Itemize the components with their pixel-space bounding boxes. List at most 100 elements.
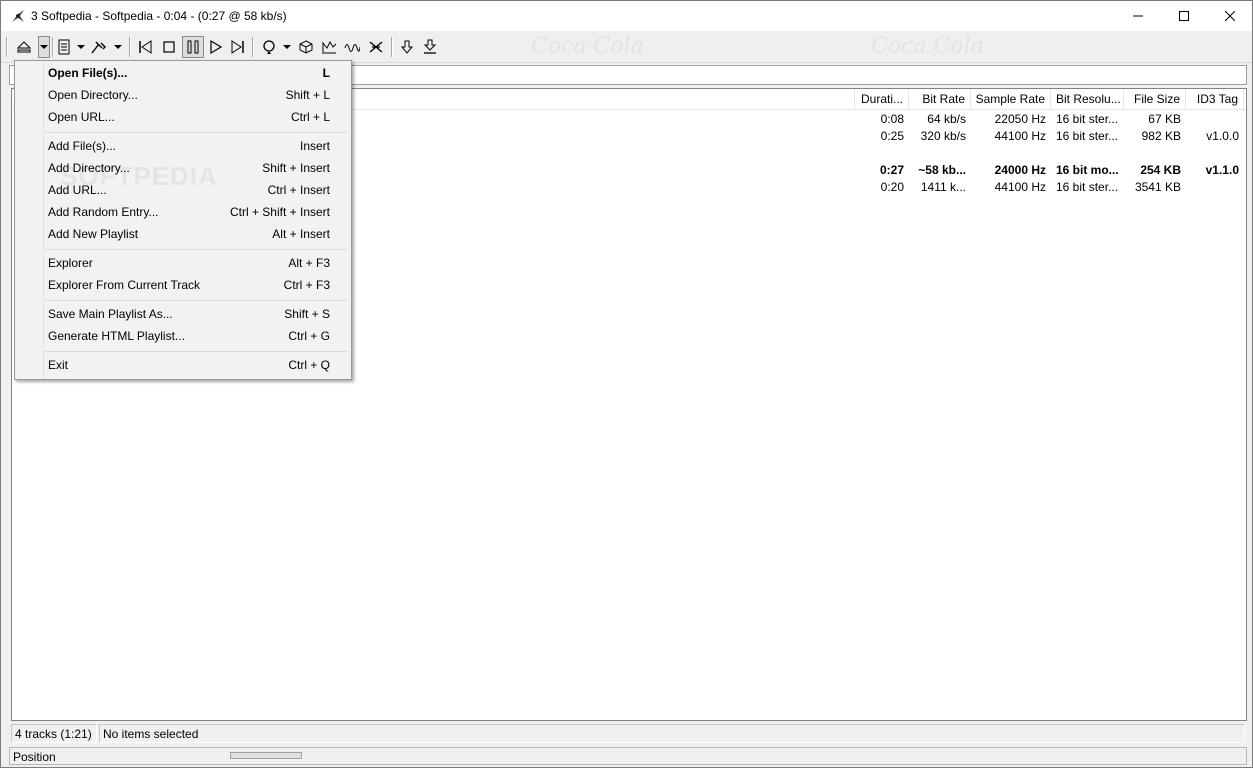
menu-separator bbox=[45, 249, 347, 250]
cell-sample-rate: 24000 Hz bbox=[994, 163, 1046, 177]
tools-icon bbox=[91, 41, 106, 54]
menu-item-label: Open File(s)... bbox=[48, 66, 128, 80]
chevron-down-icon bbox=[114, 45, 122, 49]
playlist-button[interactable] bbox=[55, 38, 73, 56]
cell-duration: 0:08 bbox=[880, 112, 904, 126]
cell-bitrate: 1411 k... bbox=[920, 180, 966, 194]
close-icon bbox=[1225, 11, 1235, 21]
column-header-bit-resolution[interactable]: Bit Resolu... bbox=[1051, 89, 1124, 109]
cell-id3-tag: v1.0.0 bbox=[1206, 129, 1239, 143]
playlist-dropdown-button[interactable] bbox=[77, 38, 85, 56]
menu-item-open-directory[interactable]: Open Directory... Shift + L bbox=[15, 84, 351, 106]
cell-id3-tag bbox=[1186, 111, 1244, 128]
column-header-id3-tag[interactable]: ID3 Tag bbox=[1186, 89, 1244, 109]
graph-button[interactable] bbox=[320, 38, 338, 56]
maximize-button[interactable] bbox=[1161, 1, 1207, 31]
title-bar: 3 Softpedia - Softpedia - 0:04 - (0:27 @… bbox=[1, 1, 1252, 31]
cell-duration: 0:20 bbox=[880, 180, 904, 194]
cell-sample-rate: 22050 Hz bbox=[994, 112, 1046, 126]
menu-item-label: Explorer From Current Track bbox=[48, 278, 201, 292]
menu-item-save-main-playlist-as[interactable]: Save Main Playlist As... Shift + S bbox=[15, 303, 351, 325]
menu-item-add-url[interactable]: Add URL... Ctrl + Insert bbox=[15, 179, 351, 201]
menu-item-add-new-playlist[interactable]: Add New Playlist Alt + Insert bbox=[15, 223, 351, 245]
cell-sample-rate: 44100 Hz bbox=[994, 129, 1046, 143]
menu-item-label: Save Main Playlist As... bbox=[48, 307, 173, 321]
next-track-icon bbox=[231, 40, 244, 54]
cube-button[interactable] bbox=[297, 38, 315, 56]
menu-item-shortcut: Ctrl + Shift + Insert bbox=[229, 205, 330, 219]
cell-bitrate: 320 kb/s bbox=[920, 129, 966, 143]
menu-item-open-files[interactable]: Open File(s)... L bbox=[15, 62, 351, 84]
track-count-status: 4 tracks (1:21) bbox=[11, 724, 97, 743]
column-header-duration[interactable]: Durati... bbox=[855, 89, 909, 109]
play-button[interactable] bbox=[207, 38, 225, 56]
app-window: 3 Softpedia - Softpedia - 0:04 - (0:27 @… bbox=[0, 0, 1253, 768]
cell-file-size: 982 KB bbox=[1141, 129, 1181, 143]
app-logo-icon bbox=[12, 10, 24, 22]
eject-icon bbox=[16, 41, 32, 53]
column-header-file-size[interactable]: File Size bbox=[1124, 89, 1186, 109]
toolbar-watermark: Coca Cola bbox=[531, 34, 644, 59]
menu-item-add-files[interactable]: Add File(s)... Insert bbox=[15, 135, 351, 157]
menu-item-label: Add File(s)... bbox=[48, 139, 117, 153]
cell-bit-resolution: 16 bit ster... bbox=[1056, 129, 1119, 143]
menu-item-label: Add New Playlist bbox=[48, 227, 139, 241]
menu-item-shortcut: Ctrl + F3 bbox=[283, 278, 330, 292]
equalizer-icon bbox=[369, 41, 383, 53]
repeat-dropdown-button[interactable] bbox=[283, 38, 291, 56]
column-header-sample-rate[interactable]: Sample Rate bbox=[971, 89, 1051, 109]
wave-button[interactable] bbox=[343, 38, 361, 56]
down-arrow-icon bbox=[400, 40, 414, 54]
status-bar: 4 tracks (1:21) No items selected bbox=[1, 722, 1252, 744]
menu-item-generate-html-playlist[interactable]: Generate HTML Playlist... Ctrl + G bbox=[15, 325, 351, 347]
menu-item-shortcut: L bbox=[322, 66, 330, 80]
move-down-button[interactable] bbox=[398, 38, 416, 56]
menu-item-shortcut: Ctrl + G bbox=[288, 329, 330, 343]
menu-item-add-random-entry[interactable]: Add Random Entry... Ctrl + Shift + Inser… bbox=[15, 201, 351, 223]
tools-button[interactable] bbox=[90, 38, 108, 56]
repeat-button[interactable] bbox=[260, 38, 278, 56]
menu-separator bbox=[45, 132, 347, 133]
next-track-button[interactable] bbox=[229, 38, 247, 56]
menu-item-label: Open URL... bbox=[48, 110, 115, 124]
menu-item-open-url[interactable]: Open URL... Ctrl + L bbox=[15, 106, 351, 128]
menu-item-shortcut: Alt + F3 bbox=[288, 256, 330, 270]
menu-item-explorer[interactable]: Explorer Alt + F3 bbox=[15, 252, 351, 274]
equalizer-button[interactable] bbox=[367, 38, 385, 56]
playlist-icon bbox=[58, 39, 70, 55]
menu-item-shortcut: Alt + Insert bbox=[272, 227, 330, 241]
tools-dropdown-button[interactable] bbox=[114, 38, 122, 56]
play-icon bbox=[210, 39, 223, 55]
chevron-down-icon bbox=[40, 45, 48, 49]
cell-id3-tag: v1.1.0 bbox=[1205, 163, 1239, 177]
column-header-bitrate[interactable]: Bit Rate bbox=[909, 89, 971, 109]
menu-item-label: Exit bbox=[48, 358, 69, 372]
menu-item-shortcut: Insert bbox=[299, 139, 330, 153]
download-icon bbox=[423, 39, 437, 54]
cell-file-size: 3541 KB bbox=[1134, 180, 1181, 194]
menu-item-exit[interactable]: Exit Ctrl + Q bbox=[15, 354, 351, 376]
download-button[interactable] bbox=[421, 38, 439, 56]
previous-track-button[interactable] bbox=[136, 38, 154, 56]
pause-button[interactable] bbox=[182, 36, 204, 58]
stop-icon bbox=[163, 41, 175, 53]
cell-bitrate: ~58 kb... bbox=[918, 163, 966, 177]
previous-track-icon bbox=[139, 40, 152, 54]
menu-item-shortcut: Shift + S bbox=[284, 307, 330, 321]
menu-item-shortcut: Ctrl + L bbox=[290, 110, 330, 124]
eject-button[interactable] bbox=[15, 38, 33, 56]
menu-separator bbox=[45, 300, 347, 301]
minimize-button[interactable] bbox=[1115, 1, 1161, 31]
cell-bit-resolution: 16 bit ster... bbox=[1056, 112, 1119, 126]
stop-button[interactable] bbox=[160, 38, 178, 56]
cell-file-size: 254 KB bbox=[1140, 163, 1181, 177]
wave-icon bbox=[344, 44, 360, 52]
close-button[interactable] bbox=[1207, 1, 1252, 31]
cell-bit-resolution: 16 bit mo... bbox=[1056, 163, 1119, 177]
seek-slider[interactable] bbox=[230, 752, 302, 759]
menu-item-explorer-from-current-track[interactable]: Explorer From Current Track Ctrl + F3 bbox=[15, 274, 351, 296]
eject-dropdown-button[interactable] bbox=[38, 36, 50, 58]
menu-item-add-directory[interactable]: Add Directory... Shift + Insert bbox=[15, 157, 351, 179]
menu-separator bbox=[45, 351, 347, 352]
menu-item-label: Generate HTML Playlist... bbox=[48, 329, 185, 343]
